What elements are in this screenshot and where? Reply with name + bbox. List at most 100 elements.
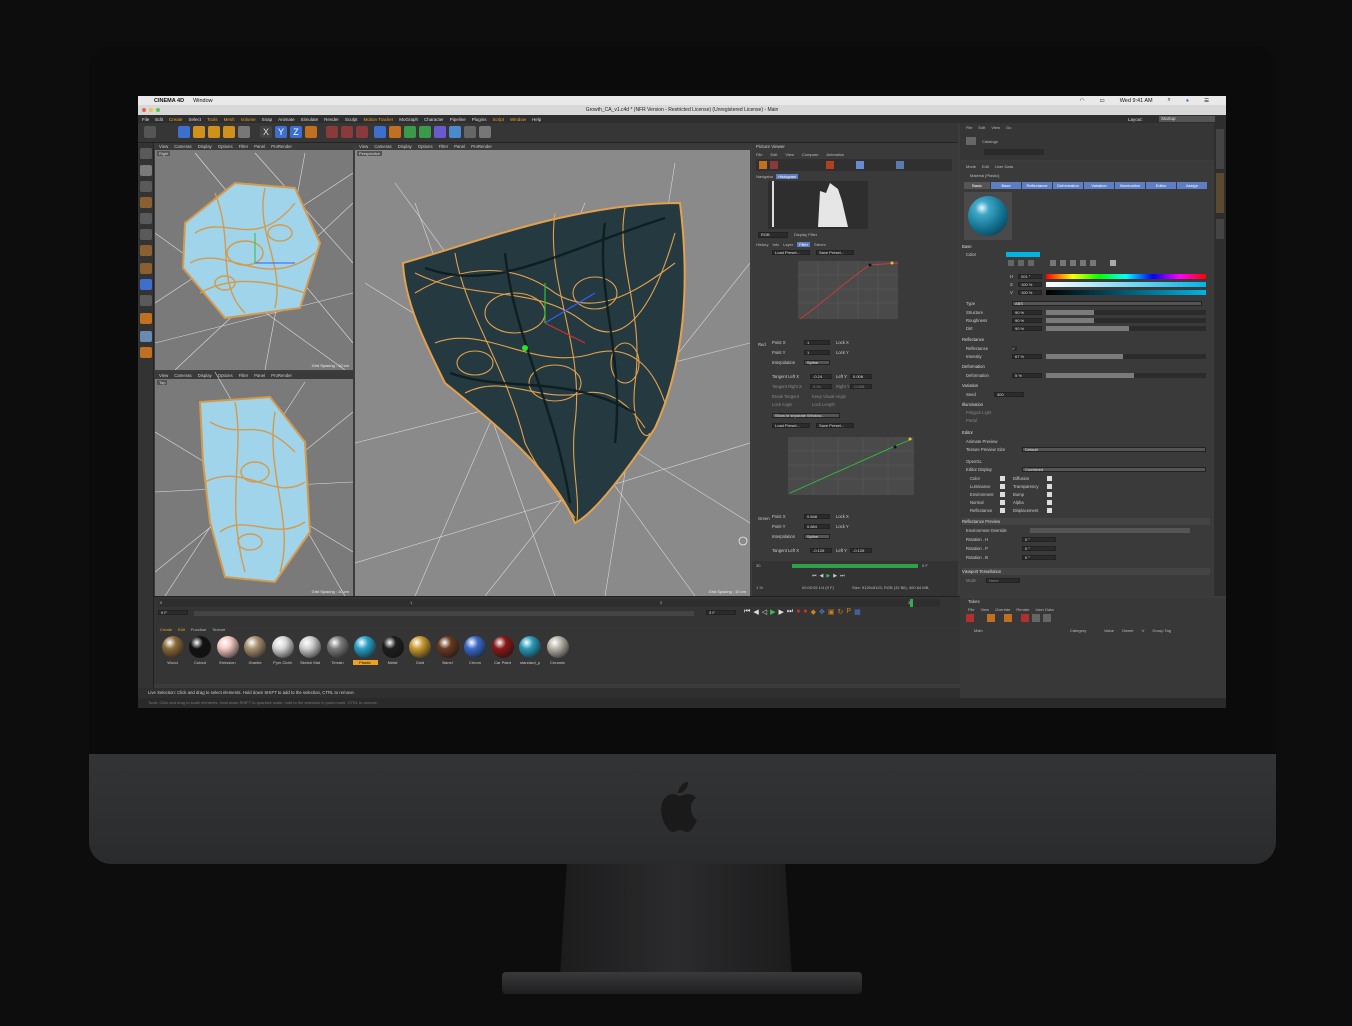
image-color-icon[interactable] [1028, 260, 1034, 266]
color-wheel-icon[interactable] [1008, 260, 1014, 266]
catalog-label[interactable]: Catalogs [982, 139, 998, 144]
lock-workplane-icon[interactable] [140, 347, 152, 358]
material-thumbnail[interactable]: Chrom [463, 636, 488, 665]
material-thumbnail[interactable]: Plastic [352, 636, 378, 665]
channel-checkbox[interactable] [1047, 484, 1052, 489]
light-icon[interactable] [479, 126, 491, 138]
workplane-icon[interactable] [140, 197, 152, 208]
record-icon[interactable]: ● [796, 608, 800, 616]
timeline-ruler[interactable]: 0 1 2 3 [160, 599, 940, 607]
channel-checkbox[interactable] [1047, 476, 1052, 481]
menu-window[interactable]: Window [510, 117, 526, 122]
axis-mode-icon[interactable] [140, 263, 152, 274]
tab-deformation[interactable]: Deformation [1053, 182, 1083, 189]
col-group-tag[interactable]: Group Tag [1152, 628, 1171, 633]
polygons-mode-icon[interactable] [140, 245, 152, 256]
goto-end-icon[interactable]: ⏭ [787, 608, 793, 616]
grid-icon[interactable] [140, 331, 152, 342]
pv-menu-view[interactable]: View [785, 152, 794, 157]
texture-preview-size-select[interactable]: Default [1022, 447, 1206, 452]
pv-play-icon[interactable]: ▶ [826, 573, 830, 579]
col-category[interactable]: Category [1070, 628, 1096, 633]
param-key-icon[interactable]: P [846, 608, 851, 616]
lock-x-checkbox[interactable]: Lock X [836, 340, 849, 345]
tweak-mode-icon[interactable] [140, 279, 152, 290]
point-y-field[interactable]: 1 [804, 350, 830, 355]
goto-start-icon[interactable]: ⏮ [744, 608, 750, 616]
seed-field[interactable]: 300 [994, 392, 1024, 397]
make-editable-icon[interactable] [140, 148, 152, 159]
menu-animate[interactable]: Animate [278, 117, 295, 122]
timeline-start-field[interactable]: 0 F [158, 610, 188, 615]
hsv-icon[interactable] [1060, 260, 1066, 266]
side-tab-content[interactable] [1216, 173, 1224, 213]
camera-icon[interactable] [464, 126, 476, 138]
hue-field[interactable]: 201 ° [1018, 274, 1042, 279]
rgb-icon[interactable] [1050, 260, 1056, 266]
pv-last-frame-icon[interactable]: ⏭ [840, 573, 845, 579]
cb-menu-edit[interactable]: Edit [978, 125, 985, 130]
interpolation-select[interactable]: Spline [804, 534, 830, 539]
attr-menu-edit[interactable]: Edit [982, 164, 989, 169]
catalog-path[interactable] [984, 149, 1044, 155]
prev-key-icon[interactable]: ◀ [753, 608, 758, 616]
tab-histogram[interactable]: Histogram [776, 174, 799, 179]
eyedropper-icon[interactable] [1110, 260, 1116, 266]
material-thumbnail[interactable]: Gold [408, 636, 433, 665]
tab-reflectance[interactable]: Reflectance [1022, 182, 1052, 189]
takes-menu-override[interactable]: Override [995, 607, 1010, 612]
tab-assign[interactable]: Assign [1177, 182, 1207, 189]
roughness-slider[interactable] [1046, 318, 1206, 323]
rotate-tool-icon[interactable] [223, 126, 235, 138]
take-clone-icon[interactable] [987, 614, 995, 622]
pv-prev-icon[interactable]: ◀ [820, 573, 824, 579]
lock-y-checkbox[interactable]: Lock Y [836, 350, 849, 355]
save-preset-button[interactable]: Save Preset... [816, 250, 854, 255]
tangent-right-x-field[interactable]: 0.24 [810, 384, 832, 389]
saturation-field[interactable]: 100 % [1018, 282, 1042, 287]
pv-menu-edit[interactable]: Edit [770, 152, 777, 157]
channel-checkbox[interactable] [1047, 508, 1052, 513]
tab-filter[interactable]: Filter [797, 242, 811, 247]
value-slider[interactable] [1046, 290, 1206, 295]
tangent-left-x-field[interactable]: -0.126 [810, 548, 832, 553]
take-lock-icon[interactable] [1032, 614, 1040, 622]
render-settings-icon[interactable] [356, 126, 368, 138]
pv-frame-slider[interactable] [792, 564, 918, 568]
roughness-field[interactable]: 90 % [1012, 318, 1042, 323]
lock-length-checkbox[interactable]: Lock Length [812, 402, 835, 407]
scale-key-icon[interactable]: ▣ [828, 608, 835, 616]
interpolation-select[interactable]: Spline [804, 360, 830, 365]
autokey-icon[interactable]: ● [803, 608, 807, 616]
side-tab-objects[interactable] [1216, 129, 1224, 169]
points-mode-icon[interactable] [140, 213, 152, 224]
viewport-top[interactable]: View Cameras Display Options Filter Pane… [155, 372, 353, 596]
close-button[interactable] [142, 108, 146, 112]
channel-checkbox[interactable] [1047, 500, 1052, 505]
attr-menu-user-data[interactable]: User Data [995, 164, 1013, 169]
pv-first-frame-icon[interactable]: ⏮ [812, 573, 817, 579]
structure-field[interactable]: 90 % [1012, 310, 1042, 315]
viewport-right[interactable]: View Cameras Display Options Filter Pane… [155, 143, 353, 370]
lock-y-checkbox[interactable]: Lock Y [836, 524, 849, 529]
play-reverse-icon[interactable]: ◁ [762, 608, 767, 616]
environment-override-field[interactable] [1030, 528, 1190, 533]
material-thumbnail[interactable]: Metal [380, 636, 405, 665]
position-key-icon[interactable]: ✥ [819, 608, 825, 616]
lock-angle-checkbox[interactable]: Lock Angle [772, 402, 812, 407]
menu-select[interactable]: Select [189, 117, 202, 122]
take-override-icon[interactable] [1004, 614, 1012, 622]
mixer-icon[interactable] [1080, 260, 1086, 266]
pv-stop-icon[interactable] [826, 161, 834, 169]
material-thumbnail[interactable]: Banel [435, 636, 460, 665]
takes-menu-view[interactable]: View [980, 607, 989, 612]
tab-history[interactable]: History [756, 242, 768, 247]
show-separate-window-button[interactable]: Show in separate Window... [772, 413, 840, 418]
cb-menu-view[interactable]: View [991, 125, 1000, 130]
zoom-button[interactable] [156, 108, 160, 112]
pv-next-icon[interactable]: ▶ [833, 573, 837, 579]
right-y-field[interactable]: -0.008 [850, 384, 872, 389]
side-tab-layers[interactable] [1216, 219, 1224, 239]
cube-icon[interactable] [374, 126, 386, 138]
material-thumbnail[interactable]: Ceramic [545, 636, 570, 665]
